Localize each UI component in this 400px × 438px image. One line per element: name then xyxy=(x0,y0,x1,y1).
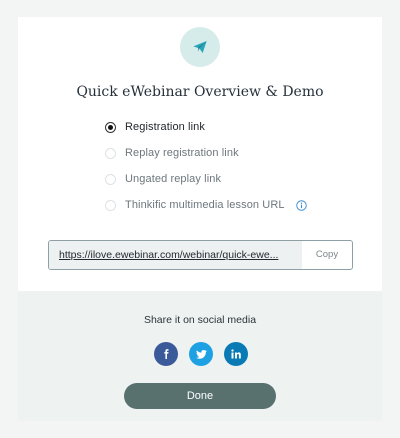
radio-unselected[interactable] xyxy=(105,147,116,159)
option-label: Replay registration link xyxy=(125,147,239,159)
twitter-icon[interactable] xyxy=(189,342,213,366)
social-buttons xyxy=(154,342,248,366)
linkedin-icon[interactable] xyxy=(224,342,248,366)
radio-unselected[interactable] xyxy=(105,173,116,185)
option-label: Thinkific multimedia lesson URL xyxy=(125,199,285,211)
radio-selected[interactable] xyxy=(105,121,116,133)
option-label: Ungated replay link xyxy=(125,173,222,185)
radio-unselected[interactable] xyxy=(105,199,116,211)
dialog-content: Quick eWebinar Overview & Demo Registrat… xyxy=(18,17,382,291)
info-icon[interactable] xyxy=(295,199,307,211)
option-ungated-replay-link[interactable]: Ungated replay link xyxy=(105,173,221,185)
dialog-title: Quick eWebinar Overview & Demo xyxy=(76,84,324,100)
share-dialog: Quick eWebinar Overview & Demo Registrat… xyxy=(18,17,382,421)
share-link-field: https://ilove.ewebinar.com/webinar/quick… xyxy=(48,240,353,270)
option-registration-link[interactable]: Registration link xyxy=(105,121,205,133)
done-button[interactable]: Done xyxy=(124,383,276,409)
share-label: Share it on social media xyxy=(143,314,257,326)
option-replay-registration-link[interactable]: Replay registration link xyxy=(105,147,239,159)
facebook-icon[interactable] xyxy=(154,342,178,366)
share-link-url[interactable]: https://ilove.ewebinar.com/webinar/quick… xyxy=(49,241,302,269)
copy-button[interactable]: Copy xyxy=(302,241,352,269)
option-thinkific-lesson-url[interactable]: Thinkific multimedia lesson URL xyxy=(105,199,307,211)
paper-plane-icon xyxy=(180,27,220,67)
option-label: Registration link xyxy=(125,121,205,133)
